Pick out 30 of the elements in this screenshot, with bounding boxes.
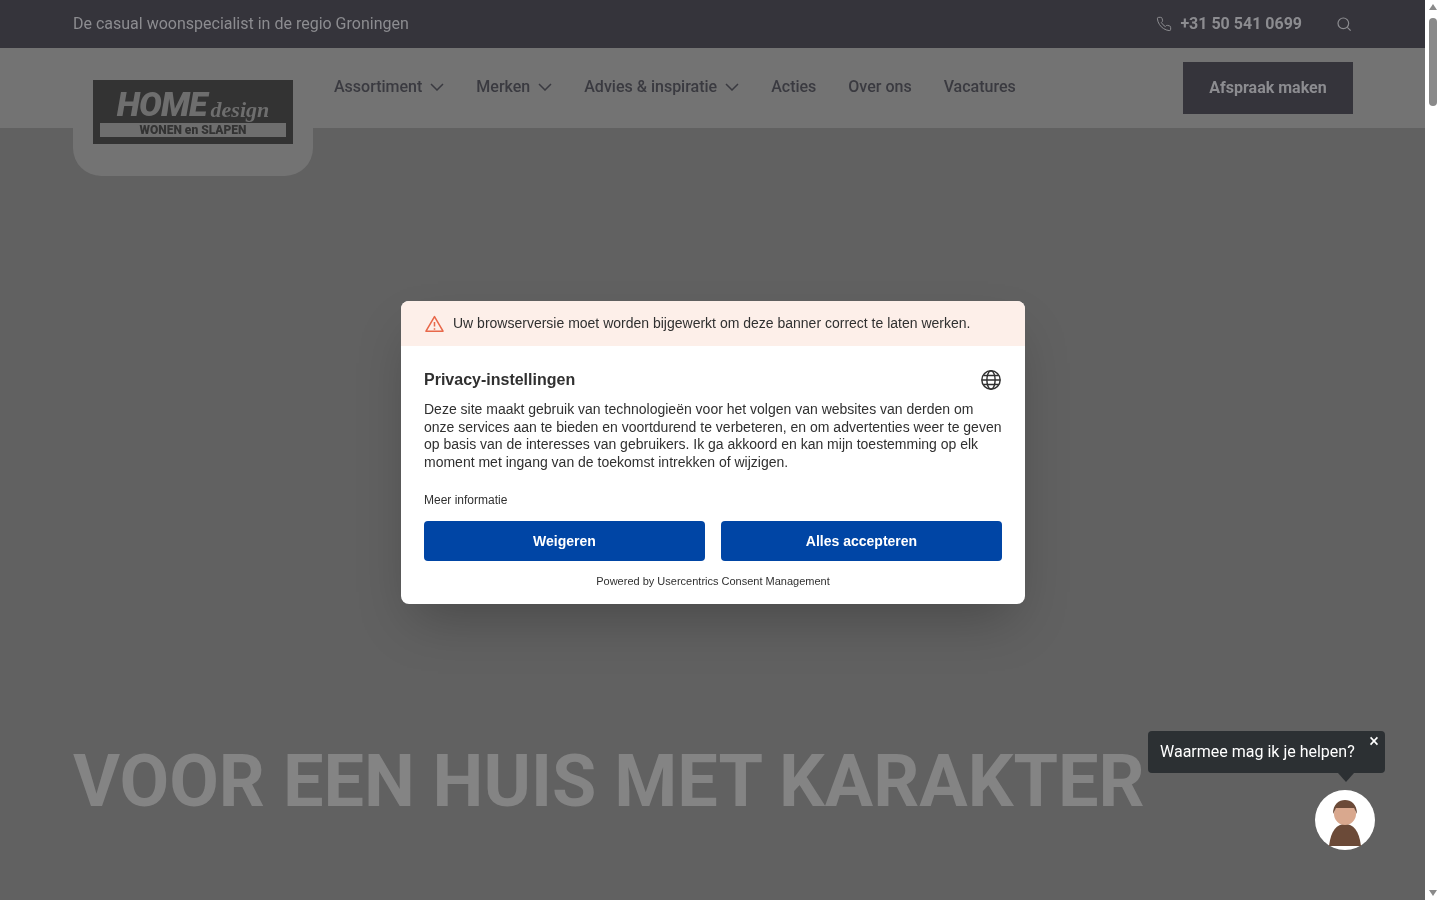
nav-link[interactable]: Over ons: [848, 75, 912, 101]
accept-all-button[interactable]: Alles accepteren: [721, 521, 1002, 561]
nav-link[interactable]: Advies & inspiratie: [584, 75, 740, 101]
avatar-icon[interactable]: [1315, 790, 1375, 850]
close-button[interactable]: ×: [1367, 732, 1381, 750]
more-info-link[interactable]: Meer informatie: [424, 491, 508, 509]
chevron-down-icon: [725, 83, 740, 91]
nav-link[interactable]: Assortiment: [334, 75, 445, 101]
warning-text: Uw browserversie moet worden bijgewerkt om deze banner correct te laten werken.: [453, 314, 971, 333]
scrollbar-thumb[interactable]: [1428, 18, 1437, 106]
nav-link[interactable]: Merken: [476, 75, 553, 101]
chevron-down-icon: [538, 83, 553, 91]
nav-link[interactable]: Acties: [771, 75, 817, 101]
search-icon[interactable]: [1336, 16, 1352, 32]
phone-link[interactable]: +31 50 541 0699: [1180, 12, 1302, 36]
scroll-down-icon[interactable]: [1428, 890, 1437, 896]
consent-text: Deze site maakt gebruik van technologieën voor het volgen van websites van derden om onze services aan te bieden en voortdurend te verbeteren, en om advertenties weer te geven op basis van de interesses van gebruikers. Ik ga akkoord en kan mijn toestemming op elk moment met ingang van de toekomst intrekken of wijzigen.: [424, 401, 1002, 471]
powered-by-text: Powered by Usercentrics Consent Management: [596, 574, 830, 589]
deny-button[interactable]: Weigeren: [424, 521, 705, 561]
scroll-up-icon[interactable]: [1428, 4, 1437, 10]
warning-icon: [425, 315, 444, 332]
globe-icon[interactable]: [980, 369, 1002, 391]
nav-link[interactable]: Vacatures: [943, 75, 1016, 101]
logo[interactable]: HOMEdesign WONEN en SLAPEN: [93, 80, 293, 144]
phone-icon: [1156, 16, 1173, 32]
dialog-title: Privacy-instellingen: [424, 370, 576, 390]
chat-prompt: Waarmee mag ik je helpen?: [1160, 741, 1355, 763]
appointment-button[interactable]: Afspraak maken: [1183, 62, 1353, 114]
chevron-down-icon: [430, 83, 445, 91]
tagline: De casual woonspecialist in de regio Groningen: [73, 13, 409, 35]
